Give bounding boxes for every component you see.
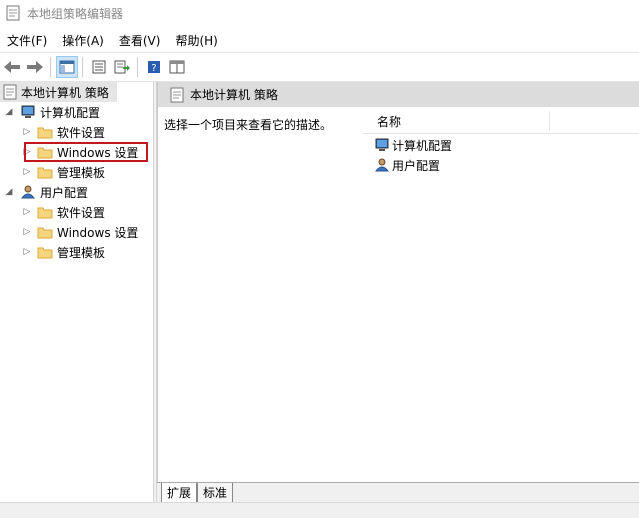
back-button[interactable]	[1, 56, 23, 78]
toolbar-separator	[137, 57, 138, 77]
view-button[interactable]	[166, 56, 188, 78]
help-icon: ?	[148, 61, 160, 74]
tree-item-admin-templates[interactable]: ▷ 管理模板	[22, 242, 105, 262]
forward-button[interactable]	[24, 56, 46, 78]
tree-item-software-settings[interactable]: ▷ 软件设置	[22, 202, 105, 222]
list-item-user-config[interactable]: 用户配置	[374, 155, 440, 175]
status-bar	[0, 502, 639, 518]
policy-icon	[170, 87, 184, 102]
tree-item-admin-templates[interactable]: ▷ 管理模板	[22, 162, 105, 182]
tab-standard[interactable]: 标准	[197, 483, 234, 503]
expanded-arrow-icon[interactable]: ◢	[4, 107, 14, 117]
forward-icon	[27, 61, 43, 73]
user-icon	[20, 185, 36, 199]
policy-editor-icon	[6, 5, 20, 21]
show-hide-tree-icon	[59, 60, 75, 74]
properties-icon	[92, 60, 106, 74]
menu-bar: 文件(F) 操作(A) 查看(V) 帮助(H)	[0, 30, 639, 50]
list-item-label: 计算机配置	[392, 138, 453, 153]
export-list-button[interactable]	[111, 56, 133, 78]
details-header: 本地计算机 策略	[158, 82, 639, 107]
help-button[interactable]: ?	[143, 56, 165, 78]
column-separator[interactable]	[549, 111, 550, 131]
tab-extended-label: 扩展	[167, 486, 192, 500]
back-icon	[4, 61, 20, 73]
policy-icon	[3, 84, 17, 100]
details-pane: 本地计算机 策略 选择一个项目来查看它的描述。 名称 计算机配置 用户配置	[157, 82, 639, 502]
toolbar-separator	[82, 57, 83, 77]
title-bar: 本地组策略编辑器	[0, 0, 639, 26]
computer-icon	[375, 138, 389, 151]
collapsed-arrow-icon[interactable]: ▷	[22, 207, 32, 217]
tree-item-computer-config[interactable]: ◢ 计算机配置	[4, 102, 100, 122]
tree-label: Windows 设置	[57, 225, 139, 240]
view-tabs: 扩展 标准	[157, 482, 639, 503]
menu-file[interactable]: 文件(F)	[0, 32, 55, 49]
toolbar: ?	[0, 52, 639, 82]
tree-label: 管理模板	[57, 245, 106, 260]
collapsed-arrow-icon[interactable]: ▷	[22, 247, 32, 257]
collapsed-arrow-icon[interactable]: ▷	[22, 167, 32, 177]
tree-label: 软件设置	[57, 205, 106, 220]
export-list-icon	[114, 60, 130, 74]
window-title: 本地组策略编辑器	[27, 6, 124, 21]
tab-standard-label: 标准	[203, 486, 228, 500]
list-item-label: 用户配置	[392, 158, 441, 173]
folder-icon	[37, 247, 53, 258]
properties-button[interactable]	[88, 56, 110, 78]
tree-label: 管理模板	[57, 165, 106, 180]
list-item-computer-config[interactable]: 计算机配置	[374, 135, 452, 155]
description-text: 选择一个项目来查看它的描述。	[164, 118, 333, 132]
tree-item-root[interactable]: 本地计算机 策略	[0, 82, 117, 102]
tree-item-windows-settings[interactable]: ▷ Windows 设置	[22, 222, 139, 242]
menu-action[interactable]: 操作(A)	[55, 32, 112, 49]
menu-view[interactable]: 查看(V)	[112, 32, 169, 49]
tree-computer-config-label: 计算机配置	[40, 105, 101, 120]
toolbar-separator	[50, 57, 51, 77]
tree-item-software-settings[interactable]: ▷ 软件设置	[22, 122, 105, 142]
svg-text:?: ?	[151, 63, 156, 74]
show-hide-tree-button[interactable]	[56, 56, 78, 78]
highlight-annotation	[24, 142, 148, 162]
folder-icon	[37, 127, 53, 138]
tab-extended[interactable]: 扩展	[161, 483, 198, 503]
tree-label: 软件设置	[57, 125, 106, 140]
collapsed-arrow-icon[interactable]: ▷	[22, 227, 32, 237]
view-icon	[169, 60, 185, 74]
details-header-label: 本地计算机 策略	[190, 88, 278, 102]
column-name-label: 名称	[377, 115, 402, 129]
tree-root-label: 本地计算机 策略	[21, 85, 109, 100]
column-header[interactable]: 名称	[363, 107, 639, 134]
folder-icon	[37, 207, 53, 218]
computer-icon	[21, 105, 35, 118]
user-icon	[374, 158, 390, 172]
menu-help[interactable]: 帮助(H)	[168, 32, 225, 49]
tree-user-config-label: 用户配置	[40, 185, 89, 200]
expanded-arrow-icon[interactable]: ◢	[4, 187, 14, 197]
collapsed-arrow-icon[interactable]: ▷	[22, 127, 32, 137]
folder-icon	[37, 227, 53, 238]
tree-item-user-config[interactable]: ◢ 用户配置	[4, 182, 88, 202]
folder-icon	[37, 167, 53, 178]
